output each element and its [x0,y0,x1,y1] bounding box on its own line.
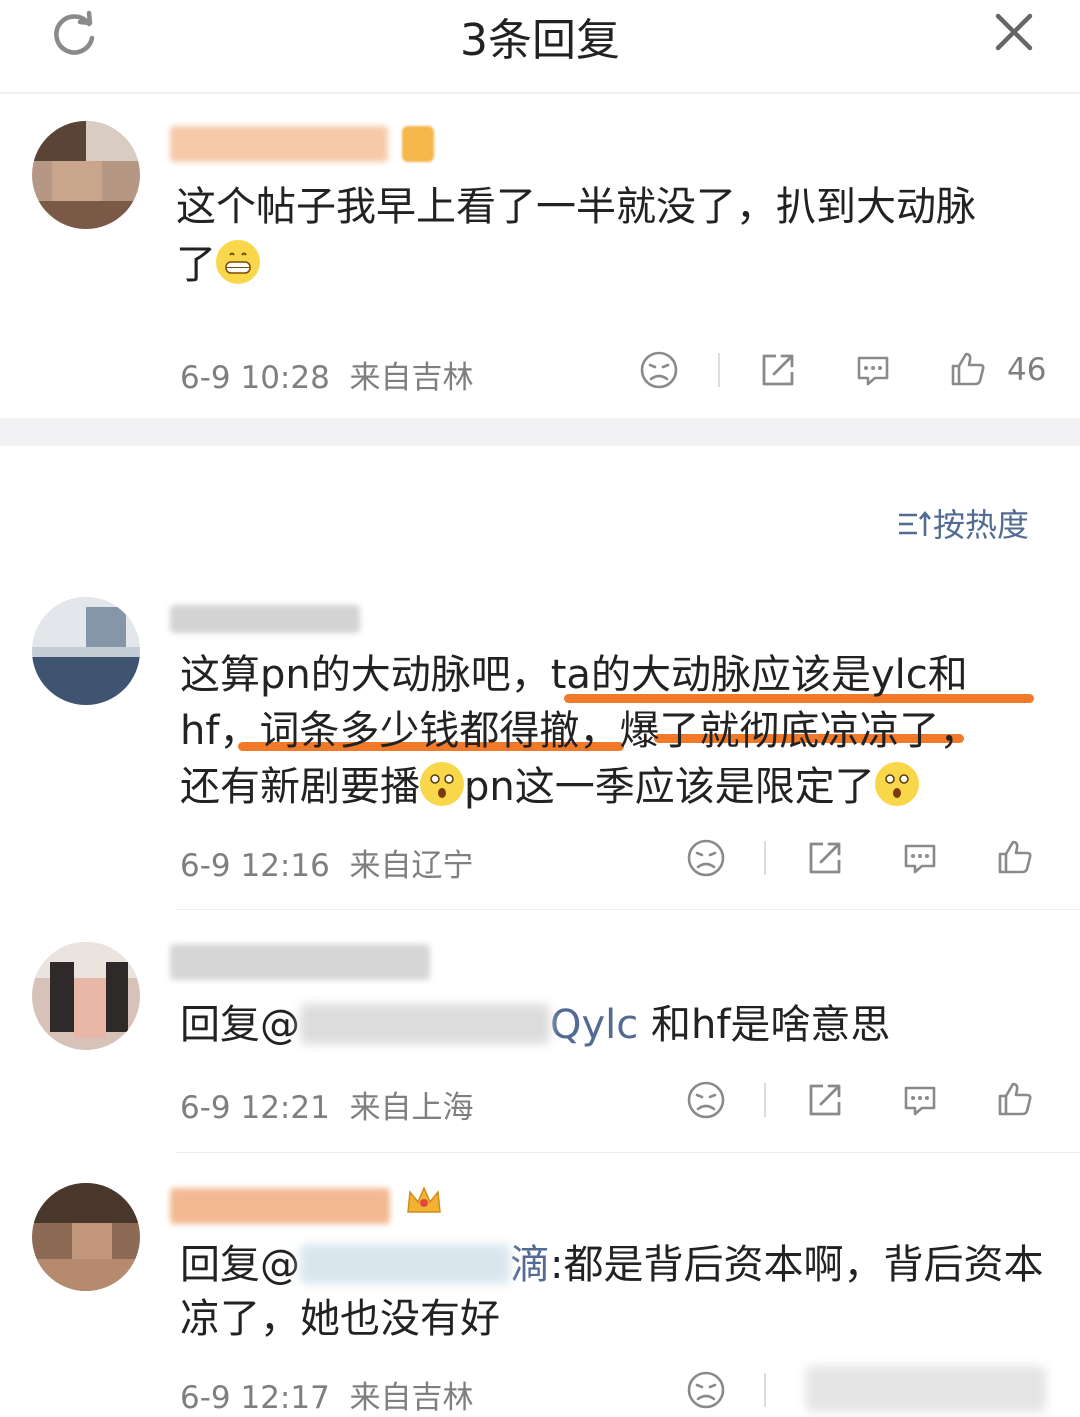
share-icon[interactable] [758,350,798,390]
avatar[interactable] [32,597,140,705]
username-blurred[interactable] [170,944,430,980]
dislike-face-icon[interactable] [639,350,679,390]
share-icon[interactable] [805,838,845,878]
surprised-emoji-icon [874,762,919,806]
page-title: 3条回复 [460,15,620,66]
avatar[interactable] [32,121,140,229]
action-divider [764,1373,766,1407]
username-blurred[interactable] [170,605,360,633]
surprised-emoji-icon [420,762,464,806]
comment-meta: 6-9 10:28 来自吉林 [180,360,474,396]
vip-badge-icon [402,126,434,162]
reply-text-line1: 这算pn的大动脉吧，ta的大动脉应该是ylc和 [180,652,968,698]
reply-text-line2: 凉了，她也没有好 [180,1296,500,1342]
reply-text-line3: 还有新剧要播 pn这一季应该是限定了 [180,758,919,816]
sort-toggle[interactable]: 按热度 [897,500,1029,547]
like-thumb-icon[interactable] [948,349,988,389]
watermark-blurred [806,1366,1046,1412]
grin-emoji-icon [216,240,260,284]
action-divider [764,1083,766,1117]
action-divider [764,841,766,875]
reply-text: 回复@ Qylc 和hf是啥意思 [180,1002,891,1048]
reply-meta: 6-9 12:21 来自上海 [180,1090,474,1126]
mention-link[interactable]: Qylc [550,1002,638,1048]
dislike-face-icon[interactable] [686,1370,726,1410]
reply-text: 回复@ 滴:都是背后资本啊，背后资本 [180,1242,1044,1288]
section-separator [0,418,1080,446]
username-blurred[interactable] [170,1188,390,1224]
reply-divider [176,1152,1080,1153]
mention-blurred[interactable] [300,1244,510,1284]
reply-text-line2: hf，词条多少钱都得撤，爆了就彻底凉凉了， [180,708,980,754]
like-count: 46 [1007,352,1047,388]
comment-icon[interactable] [900,838,940,878]
dislike-face-icon[interactable] [686,838,726,878]
username-blurred[interactable] [170,126,388,162]
action-divider [718,353,720,387]
avatar[interactable] [32,1183,140,1291]
sort-icon [897,509,933,547]
close-icon[interactable] [990,8,1038,56]
reply-meta: 6-9 12:16 来自辽宁 [180,848,474,884]
dislike-face-icon[interactable] [686,1080,726,1120]
avatar[interactable] [32,942,140,1050]
mention-blurred[interactable] [300,1004,550,1044]
like-thumb-icon[interactable] [995,837,1035,877]
crown-icon [404,1182,444,1220]
comment-text: 这个帖子我早上看了一半就没了，扒到大动脉 [176,184,976,230]
comment-icon[interactable] [900,1080,940,1120]
reply-meta: 6-9 12:17 来自吉林 [180,1380,474,1416]
reply-divider [176,909,1080,910]
share-icon[interactable] [805,1080,845,1120]
comment-icon[interactable] [853,350,893,390]
comment-text-line2: 了 [176,236,260,294]
mention-link[interactable]: 滴 [510,1242,550,1288]
like-thumb-icon[interactable] [995,1079,1035,1119]
